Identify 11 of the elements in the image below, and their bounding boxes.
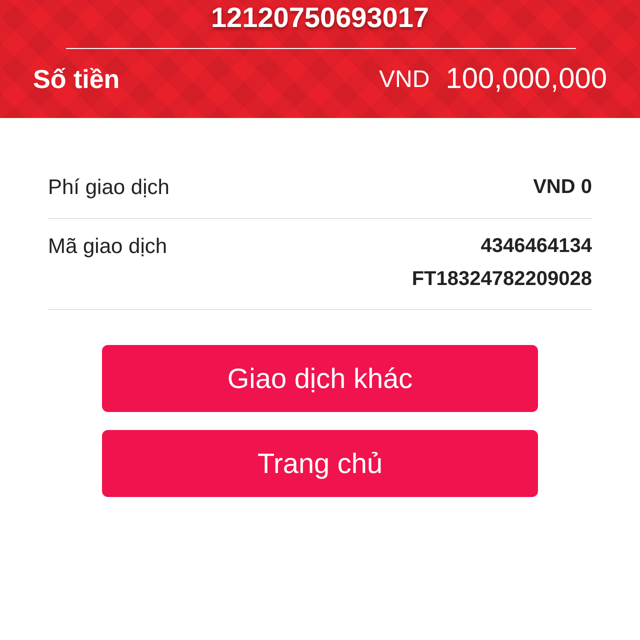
detail-label: Phí giao dịch <box>48 176 170 200</box>
amount-label: Số tiền <box>33 64 121 95</box>
action-button[interactable]: Trang chủ <box>102 430 538 497</box>
currency-label: VND <box>379 66 430 94</box>
detail-value: FT18324782209028 <box>412 268 592 291</box>
action-button[interactable]: Giao dịch khác <box>102 345 538 412</box>
amount-value: 100,000,000 <box>446 63 607 96</box>
detail-value: VND 0 <box>533 176 592 199</box>
detail-value: 4346464134 <box>480 235 592 258</box>
detail-label: Mã giao dịch <box>48 235 168 260</box>
account-number: 12120750693017 <box>210 1 430 35</box>
